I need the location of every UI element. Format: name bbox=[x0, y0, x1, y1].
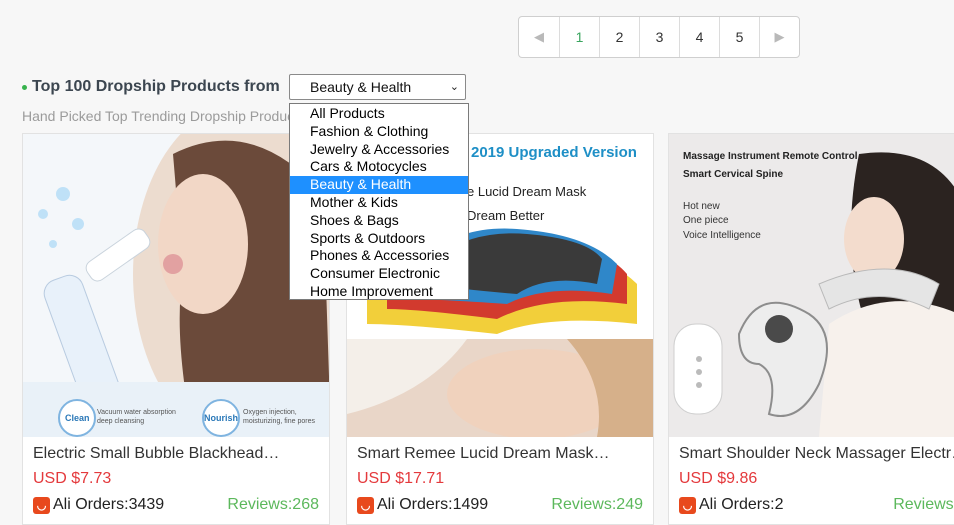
product-image[interactable]: Massage Instrument Remote Control Smart … bbox=[669, 134, 954, 437]
image-caption: One piece bbox=[683, 215, 729, 226]
image-caption: e Lucid Dream Mask bbox=[467, 184, 587, 199]
dropdown-option[interactable]: All Products bbox=[290, 105, 468, 123]
ali-orders: ◡ Ali Orders:1499 bbox=[357, 496, 488, 514]
ali-orders-count: Ali Orders:2 bbox=[699, 496, 784, 513]
product-name[interactable]: Smart Shoulder Neck Massager Electr… bbox=[679, 445, 954, 463]
category-select-value: Beauty & Health bbox=[310, 79, 412, 95]
aliexpress-icon: ◡ bbox=[679, 496, 696, 514]
image-caption: Dream Better bbox=[467, 208, 545, 223]
page-2-button[interactable]: 2 bbox=[599, 17, 639, 57]
dropdown-option[interactable]: Consumer Electronic bbox=[290, 265, 468, 283]
product-name[interactable]: Electric Small Bubble Blackhead… bbox=[33, 445, 323, 463]
category-dropdown-list: All Products Fashion & Clothing Jewelry … bbox=[289, 103, 469, 300]
dropdown-option[interactable]: Phones & Accessories bbox=[290, 247, 468, 265]
ali-orders-count: Ali Orders:3439 bbox=[53, 496, 165, 513]
ali-orders: ◡ Ali Orders:3439 bbox=[33, 496, 164, 514]
image-caption: Clean bbox=[65, 413, 90, 423]
product-name[interactable]: Smart Remee Lucid Dream Mask… bbox=[357, 445, 647, 463]
aliexpress-icon: ◡ bbox=[357, 496, 374, 514]
image-caption: Nourish bbox=[204, 413, 239, 423]
page-5-button[interactable]: 5 bbox=[719, 17, 759, 57]
reviews-count: Reviews:4 bbox=[893, 496, 954, 513]
image-caption: 2019 Upgraded Version bbox=[471, 144, 637, 161]
chevron-right-icon[interactable]: ▶ bbox=[759, 17, 799, 57]
reviews-count: Reviews:268 bbox=[227, 496, 319, 513]
image-caption: Massage Instrument Remote Control bbox=[683, 151, 858, 162]
image-caption: Oxygen injection, moisturizing, fine por… bbox=[243, 409, 315, 425]
product-price: USD $7.73 bbox=[33, 470, 112, 487]
product-card[interactable]: Massage Instrument Remote Control Smart … bbox=[668, 133, 954, 525]
section-subtitle: Hand Picked Top Trending Dropship Produc bbox=[22, 108, 295, 124]
dropdown-option[interactable]: Fashion & Clothing bbox=[290, 123, 468, 141]
aliexpress-icon: ◡ bbox=[33, 496, 50, 514]
image-caption: Smart Cervical Spine bbox=[683, 169, 784, 180]
product-price: USD $17.71 bbox=[357, 470, 445, 487]
image-caption: Vacuum water absorption deep cleansing bbox=[97, 409, 176, 425]
page-4-button[interactable]: 4 bbox=[679, 17, 719, 57]
dropdown-option[interactable]: Jewelry & Accessories bbox=[290, 141, 468, 159]
product-card[interactable]: Clean Vacuum water absorption deep clean… bbox=[22, 133, 330, 525]
reviews-count: Reviews:249 bbox=[551, 496, 643, 513]
dropdown-option[interactable]: Sports & Outdoors bbox=[290, 230, 468, 248]
product-price: USD $9.86 bbox=[679, 470, 758, 487]
dropdown-option[interactable]: Mother & Kids bbox=[290, 194, 468, 212]
dropdown-option[interactable]: Home Improvement bbox=[290, 283, 468, 301]
image-caption: Hot new bbox=[683, 201, 720, 212]
bullet-dot-icon bbox=[22, 84, 27, 90]
dropdown-option[interactable]: Shoes & Bags bbox=[290, 212, 468, 230]
page-1-button[interactable]: 1 bbox=[559, 17, 599, 57]
ali-orders: ◡ Ali Orders:2 bbox=[679, 496, 783, 514]
chevron-down-icon: ⌄ bbox=[449, 81, 459, 93]
dropdown-option[interactable]: Cars & Motocycles bbox=[290, 158, 468, 176]
category-select[interactable]: Beauty & Health ⌄ bbox=[289, 74, 466, 100]
chevron-left-icon[interactable]: ◀ bbox=[519, 17, 559, 57]
section-title: Top 100 Dropship Products from bbox=[32, 78, 280, 95]
ali-orders-count: Ali Orders:1499 bbox=[377, 496, 489, 513]
section-header: Top 100 Dropship Products from bbox=[22, 78, 280, 96]
pagination: ◀ 1 2 3 4 5 ▶ bbox=[518, 16, 800, 58]
dropdown-option-selected[interactable]: Beauty & Health bbox=[290, 176, 468, 194]
product-image[interactable]: Clean Vacuum water absorption deep clean… bbox=[23, 134, 329, 437]
page-3-button[interactable]: 3 bbox=[639, 17, 679, 57]
image-caption: Voice Intelligence bbox=[683, 230, 761, 241]
